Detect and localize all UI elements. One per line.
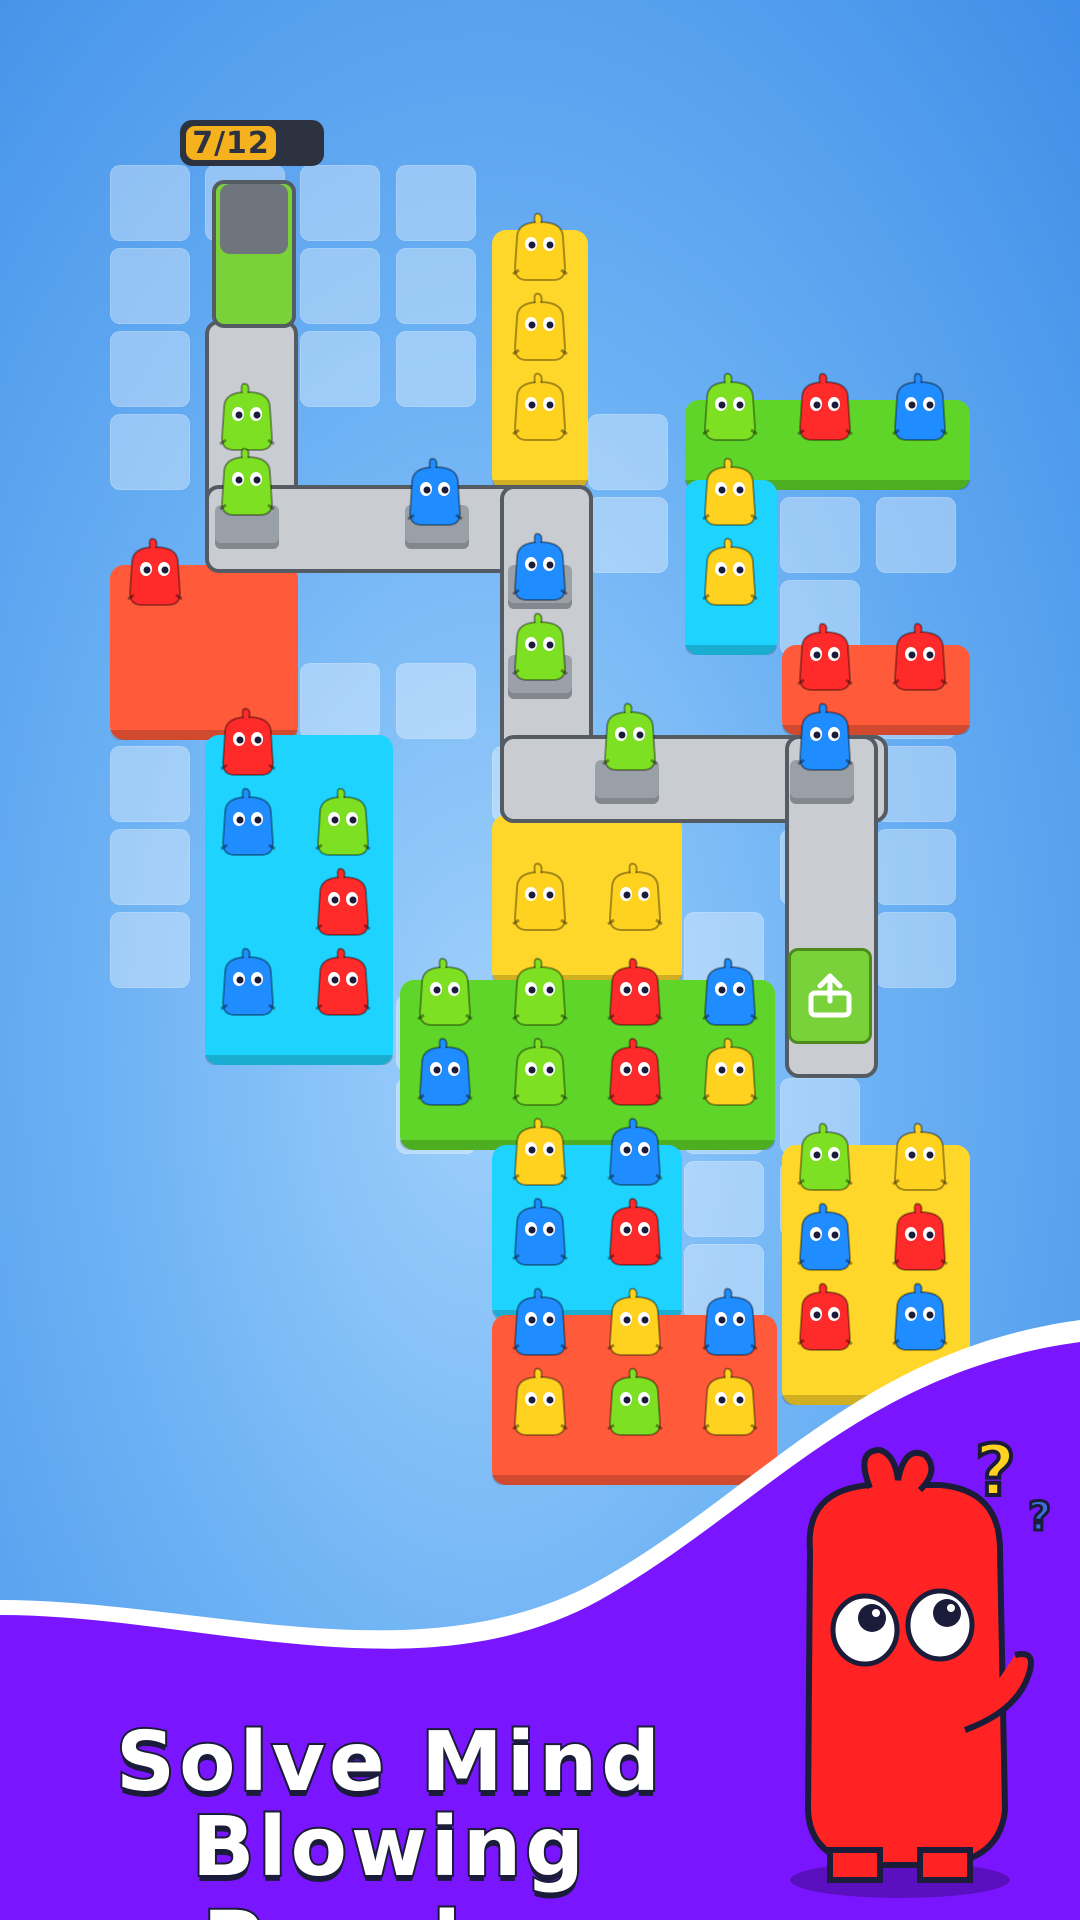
tagline-line-2: Blowing Puzzles (190, 1798, 588, 1920)
red-mascot-character: ? ? (790, 1428, 1053, 1898)
tagline-line-1: Solve Mind (114, 1713, 664, 1812)
svg-text:?: ? (975, 1430, 1016, 1512)
svg-text:?: ? (1028, 1494, 1051, 1540)
game-stage: 7/12 Solve Mind Blowing Puzzles ? ? (0, 0, 1080, 1920)
